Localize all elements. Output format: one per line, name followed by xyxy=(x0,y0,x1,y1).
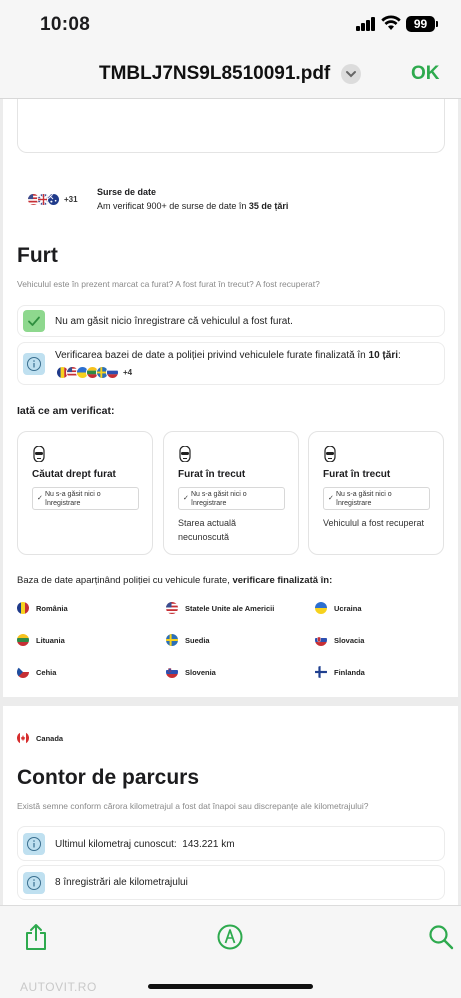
thief-mask-icon xyxy=(179,446,191,462)
country-item: Slovenia xyxy=(166,666,216,678)
thief-mask-icon xyxy=(33,446,45,462)
card-title: Furat în trecut xyxy=(323,469,391,480)
police-db-text: Verificarea bazei de date a poliției pri… xyxy=(55,350,401,361)
flag-us-icon xyxy=(166,602,178,614)
check-icon xyxy=(23,310,45,332)
sources-description: Am verificat 900+ de surse de date în 35… xyxy=(97,201,289,211)
thief-mask-icon xyxy=(324,446,336,462)
theft-subtitle: Vehiculul este în prezent marcat ca fura… xyxy=(17,279,320,289)
previous-card-bottom xyxy=(17,99,445,153)
card-title: Căutat drept furat xyxy=(32,469,116,480)
police-db-more-count: +4 xyxy=(123,368,133,377)
card-title: Furat în trecut xyxy=(178,469,246,480)
result-chip: ✓ Nu s-a găsit nici o înregistrare xyxy=(178,487,285,510)
country-item: Finlanda xyxy=(315,666,365,678)
country-item: Lituania xyxy=(17,634,65,646)
police-db-heading: Baza de date aparținând poliției cu vehi… xyxy=(17,575,333,586)
country-item: Slovacia xyxy=(315,634,364,646)
mileage-records-row: 8 înregistrări ale kilometrajului xyxy=(17,865,445,900)
check-icon: ✓ xyxy=(183,495,189,502)
search-icon[interactable] xyxy=(428,924,454,950)
watermark: AUTOVIT.RO xyxy=(20,980,97,994)
sources-title: Surse de date xyxy=(97,187,157,197)
flag-ukraine-icon xyxy=(315,602,327,614)
result-chip: ✓ Nu s-a găsit nici o înregistrare xyxy=(323,487,430,510)
country-item: Suedia xyxy=(166,634,210,646)
check-icon: ✓ xyxy=(328,495,334,502)
status-time: 10:08 xyxy=(40,14,91,35)
flag-czechia-icon xyxy=(17,666,29,678)
chevron-down-icon xyxy=(346,71,356,78)
flag-slovakia-icon xyxy=(106,366,119,379)
mileage-records-text: 8 înregistrări ale kilometrajului xyxy=(55,877,188,888)
wifi-icon xyxy=(381,15,401,30)
home-indicator[interactable] xyxy=(148,984,313,989)
theft-card-past-recovered: Furat în trecut ✓ Nu s-a găsit nici o înr… xyxy=(308,431,444,555)
flag-slovenia-icon xyxy=(166,666,178,678)
police-db-flags: +4 xyxy=(56,366,132,379)
flag-australia-icon xyxy=(47,193,60,206)
country-item: România xyxy=(17,602,68,614)
status-bar: 10:08 99 xyxy=(0,0,461,50)
country-item: Cehia xyxy=(17,666,56,678)
country-item: Canada xyxy=(17,732,63,744)
country-item: Statele Unite ale Americii xyxy=(166,602,274,614)
flag-slovakia-icon xyxy=(315,634,327,646)
info-icon xyxy=(23,872,45,894)
theft-not-found-text: Nu am găsit nicio înregistrare că vehicu… xyxy=(55,316,293,327)
pdf-viewer[interactable]: +31 Surse de date Am verificat 900+ de s… xyxy=(0,99,461,905)
info-icon xyxy=(23,833,45,855)
card-note: Starea actuală necunoscută xyxy=(178,518,237,542)
flag-sweden-icon xyxy=(166,634,178,646)
flag-finland-icon xyxy=(315,666,327,678)
document-title[interactable]: TMBLJ7NS9L8510091.pdf xyxy=(99,63,330,85)
info-icon xyxy=(23,353,45,375)
document-nav-bar: TMBLJ7NS9L8510091.pdf OK xyxy=(0,50,461,99)
odometer-heading: Contor de parcurs xyxy=(17,766,200,789)
title-menu-button[interactable] xyxy=(341,64,361,84)
flag-lithuania-icon xyxy=(17,634,29,646)
source-flags: +31 xyxy=(27,193,78,206)
country-item: Ucraina xyxy=(315,602,362,614)
cellular-signal-icon xyxy=(356,17,376,31)
done-button[interactable]: OK xyxy=(411,63,440,85)
flag-romania-icon xyxy=(17,602,29,614)
pdf-page: Canada Contor de parcurs Există semne co… xyxy=(3,706,458,905)
check-icon: ✓ xyxy=(37,495,43,502)
result-chip: ✓ Nu s-a găsit nici o înregistrare xyxy=(32,487,139,510)
theft-heading: Furt xyxy=(17,244,58,267)
odometer-subtitle: Există semne conform cărora kilometrajul… xyxy=(17,801,369,811)
checked-heading: Iată ce am verificat: xyxy=(17,405,115,417)
theft-not-found-row: Nu am găsit nicio înregistrare că vehicu… xyxy=(17,305,445,337)
source-more-count: +31 xyxy=(64,195,78,204)
card-note: Vehiculul a fost recuperat xyxy=(323,518,425,528)
last-mileage-row: Ultimul kilometraj cunoscut: 143.221 km xyxy=(17,826,445,861)
markup-icon[interactable] xyxy=(217,924,243,950)
flag-canada-icon xyxy=(17,732,29,744)
police-db-row: Verificarea bazei de date a poliției pri… xyxy=(17,342,445,385)
bottom-toolbar: AUTOVIT.RO xyxy=(0,905,461,998)
battery-indicator: 99 xyxy=(406,16,438,32)
last-mileage-text: Ultimul kilometraj cunoscut: 143.221 km xyxy=(55,839,235,850)
theft-card-wanted: Căutat drept furat ✓ Nu s-a găsit nici o … xyxy=(17,431,153,555)
share-icon[interactable] xyxy=(24,923,48,951)
pdf-page: +31 Surse de date Am verificat 900+ de s… xyxy=(3,99,458,697)
theft-card-past-unknown: Furat în trecut ✓ Nu s-a găsit nici o înr… xyxy=(163,431,299,555)
